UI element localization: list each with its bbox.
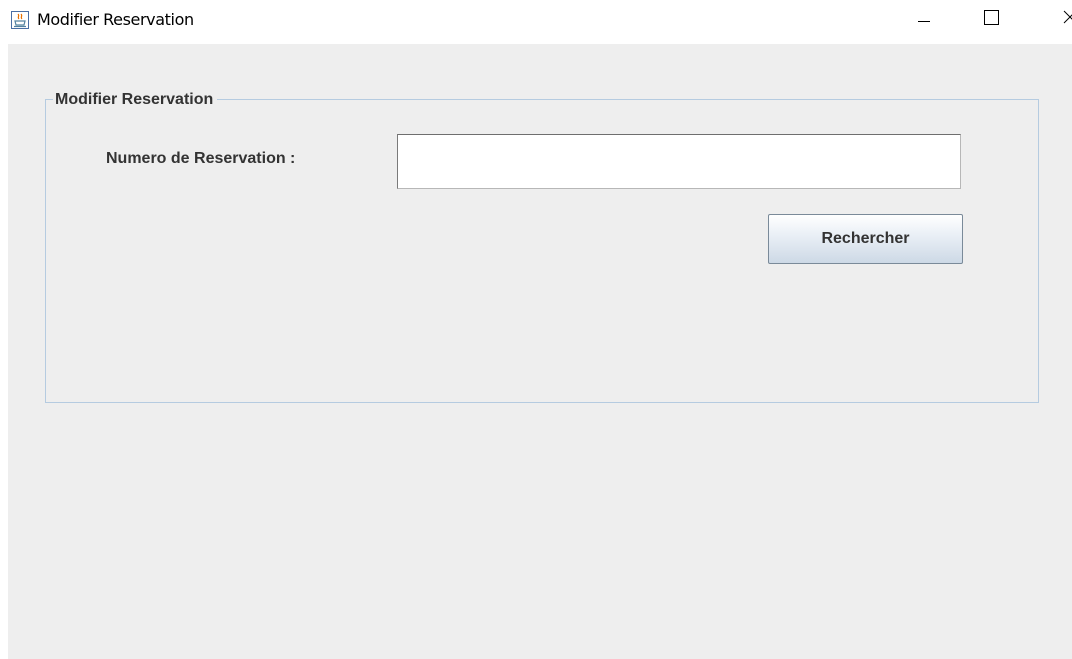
close-button[interactable] <box>1040 0 1072 38</box>
groupbox-title: Modifier Reservation <box>53 90 218 110</box>
java-cup-icon <box>11 11 29 29</box>
window-title: Modifier Reservation <box>37 10 194 29</box>
maximize-button[interactable] <box>961 0 1021 38</box>
modifier-reservation-window: Modifier Reservation Modifier Reservatio… <box>0 0 1072 659</box>
minimize-button[interactable] <box>894 0 954 38</box>
reservation-number-label: Numero de Reservation : <box>106 150 296 167</box>
maximize-icon <box>983 9 999 30</box>
title-bar[interactable]: Modifier Reservation <box>0 0 1072 44</box>
minimize-icon <box>916 9 932 30</box>
search-button[interactable]: Rechercher <box>768 214 963 264</box>
reservation-number-input[interactable] <box>397 134 961 189</box>
close-icon <box>1062 9 1072 30</box>
content-pane: Modifier Reservation Numero de Reservati… <box>8 44 1072 659</box>
